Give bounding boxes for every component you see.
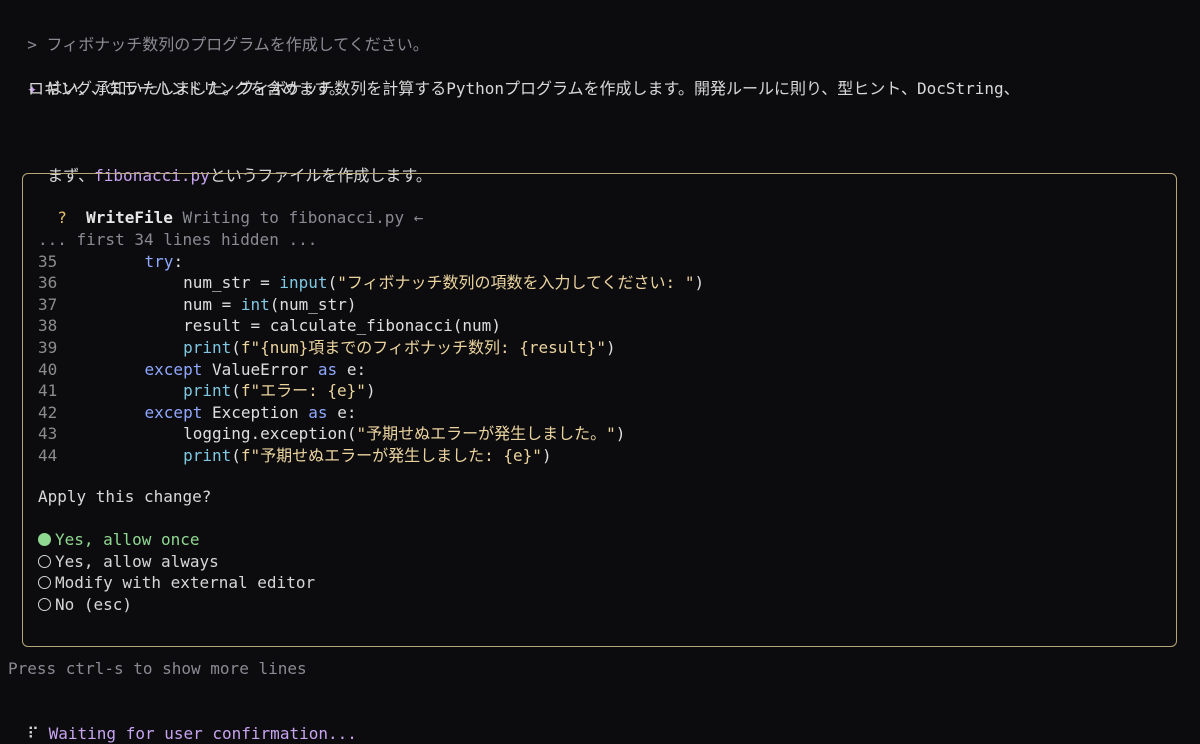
code-token: ) xyxy=(365,381,376,401)
code-token: ) xyxy=(541,445,552,465)
status-text: Waiting for user confirmation... xyxy=(48,723,357,743)
code-token: : xyxy=(173,251,184,271)
code-line: 39 print(f"{num}項までのフィボナッチ数列: {result}") xyxy=(38,337,616,359)
tool-name: WriteFile xyxy=(86,207,173,227)
radio-filled-icon xyxy=(38,533,51,546)
option-yes-allow-once[interactable]: Yes, allow once xyxy=(38,529,200,551)
tool-call-header: ? WriteFile Writing to fibonacci.py ← xyxy=(38,185,423,228)
code-token: ) xyxy=(615,424,626,444)
line-number: 41 xyxy=(38,381,58,401)
user-prompt-line: > フィボナッチ数列のプログラムを作成してください。 xyxy=(8,12,429,55)
code-line: 41 print(f"エラー: {e}") xyxy=(38,380,376,402)
code-token: as xyxy=(317,359,338,379)
option-label: No (esc) xyxy=(55,594,133,614)
code-token: ValueError xyxy=(202,359,318,379)
code-line: 37 num = int(num_str) xyxy=(38,294,356,316)
code-line: 36 num_str = input("フィボナッチ数列の項数を入力してください… xyxy=(38,272,704,294)
code-token: Exception xyxy=(202,402,309,422)
spinner-icon: ⠏ xyxy=(27,723,39,743)
code-line: 38 result = calculate_fibonacci(num) xyxy=(38,315,501,337)
code-token: result = calculate_fibonacci(num) xyxy=(183,316,501,336)
code-token: f"{num}項までのフィボナッチ数列: {result}" xyxy=(240,337,606,357)
code-token: e: xyxy=(327,402,357,422)
assistant-text-line2: ロギング、エラーハンドリングを含めます。 xyxy=(28,79,345,98)
option-no-esc[interactable]: No (esc) xyxy=(38,594,132,616)
more-lines-hint: Press ctrl-s to show more lines xyxy=(8,659,307,678)
line-number: 40 xyxy=(38,359,58,379)
line-number: 35 xyxy=(38,251,58,271)
code-line: 40 except ValueError as e: xyxy=(38,359,366,381)
line-number: 36 xyxy=(38,273,58,293)
line-number: 44 xyxy=(38,445,58,465)
line-number: 42 xyxy=(38,402,58,422)
code-token: except xyxy=(144,359,203,379)
code-token: f"予期せぬエラーが発生しました: {e}" xyxy=(240,445,542,465)
code-line: 42 except Exception as e: xyxy=(38,402,356,424)
code-token: (num_str) xyxy=(269,294,357,314)
radio-empty-icon xyxy=(38,597,51,611)
radio-empty-icon xyxy=(38,554,51,568)
line-number: 43 xyxy=(38,424,58,444)
code-token: print xyxy=(183,381,232,401)
status-line: ⠏ Waiting for user confirmation... xyxy=(8,701,357,744)
option-yes-allow-always[interactable]: Yes, allow always xyxy=(38,551,219,573)
code-token: int xyxy=(240,294,270,314)
code-token: try xyxy=(144,251,174,271)
code-line: 44 print(f"予期せぬエラーが発生しました: {e}") xyxy=(38,445,552,467)
code-token: ( xyxy=(231,381,241,401)
code-line: 43 logging.exception("予期せぬエラーが発生しました。") xyxy=(38,423,625,445)
prompt-chevron: > xyxy=(27,34,37,54)
code-token: ( xyxy=(231,337,241,357)
line-number: 39 xyxy=(38,337,58,357)
user-prompt-text: フィボナッチ数列のプログラムを作成してください。 xyxy=(46,34,429,54)
line-number: 38 xyxy=(38,316,58,336)
code-token: logging.exception( xyxy=(183,424,357,444)
code-token: except xyxy=(144,402,203,422)
code-token: num_str = xyxy=(183,273,280,293)
radio-empty-icon xyxy=(38,576,51,590)
code-token: ) xyxy=(694,273,705,293)
line-number: 37 xyxy=(38,294,58,314)
hidden-lines-notice: ... first 34 lines hidden ... xyxy=(38,230,318,249)
tool-description: Writing to fibonacci.py ← xyxy=(182,207,424,227)
question-marker: ? xyxy=(57,207,67,227)
code-token: f"エラー: {e}" xyxy=(240,381,366,401)
code-token: "フィボナッチ数列の項数を入力してください: " xyxy=(337,273,695,293)
option-label: Yes, allow once xyxy=(55,530,200,549)
code-token: ( xyxy=(327,273,338,293)
code-token: print xyxy=(183,337,232,357)
option-label: Modify with external editor xyxy=(55,573,316,593)
apply-question: Apply this change? xyxy=(38,487,212,506)
code-token: ) xyxy=(605,337,616,357)
code-token: num = xyxy=(183,294,241,314)
code-token: input xyxy=(279,273,328,293)
code-token: print xyxy=(183,445,232,465)
code-token: e: xyxy=(337,359,367,379)
code-token: ( xyxy=(231,445,241,465)
option-label: Yes, allow always xyxy=(55,551,219,571)
code-token: as xyxy=(308,402,328,422)
code-line: 35 try: xyxy=(38,251,183,273)
code-token: "予期せぬエラーが発生しました。" xyxy=(356,424,616,444)
option-modify-with-external-editor[interactable]: Modify with external editor xyxy=(38,572,315,594)
